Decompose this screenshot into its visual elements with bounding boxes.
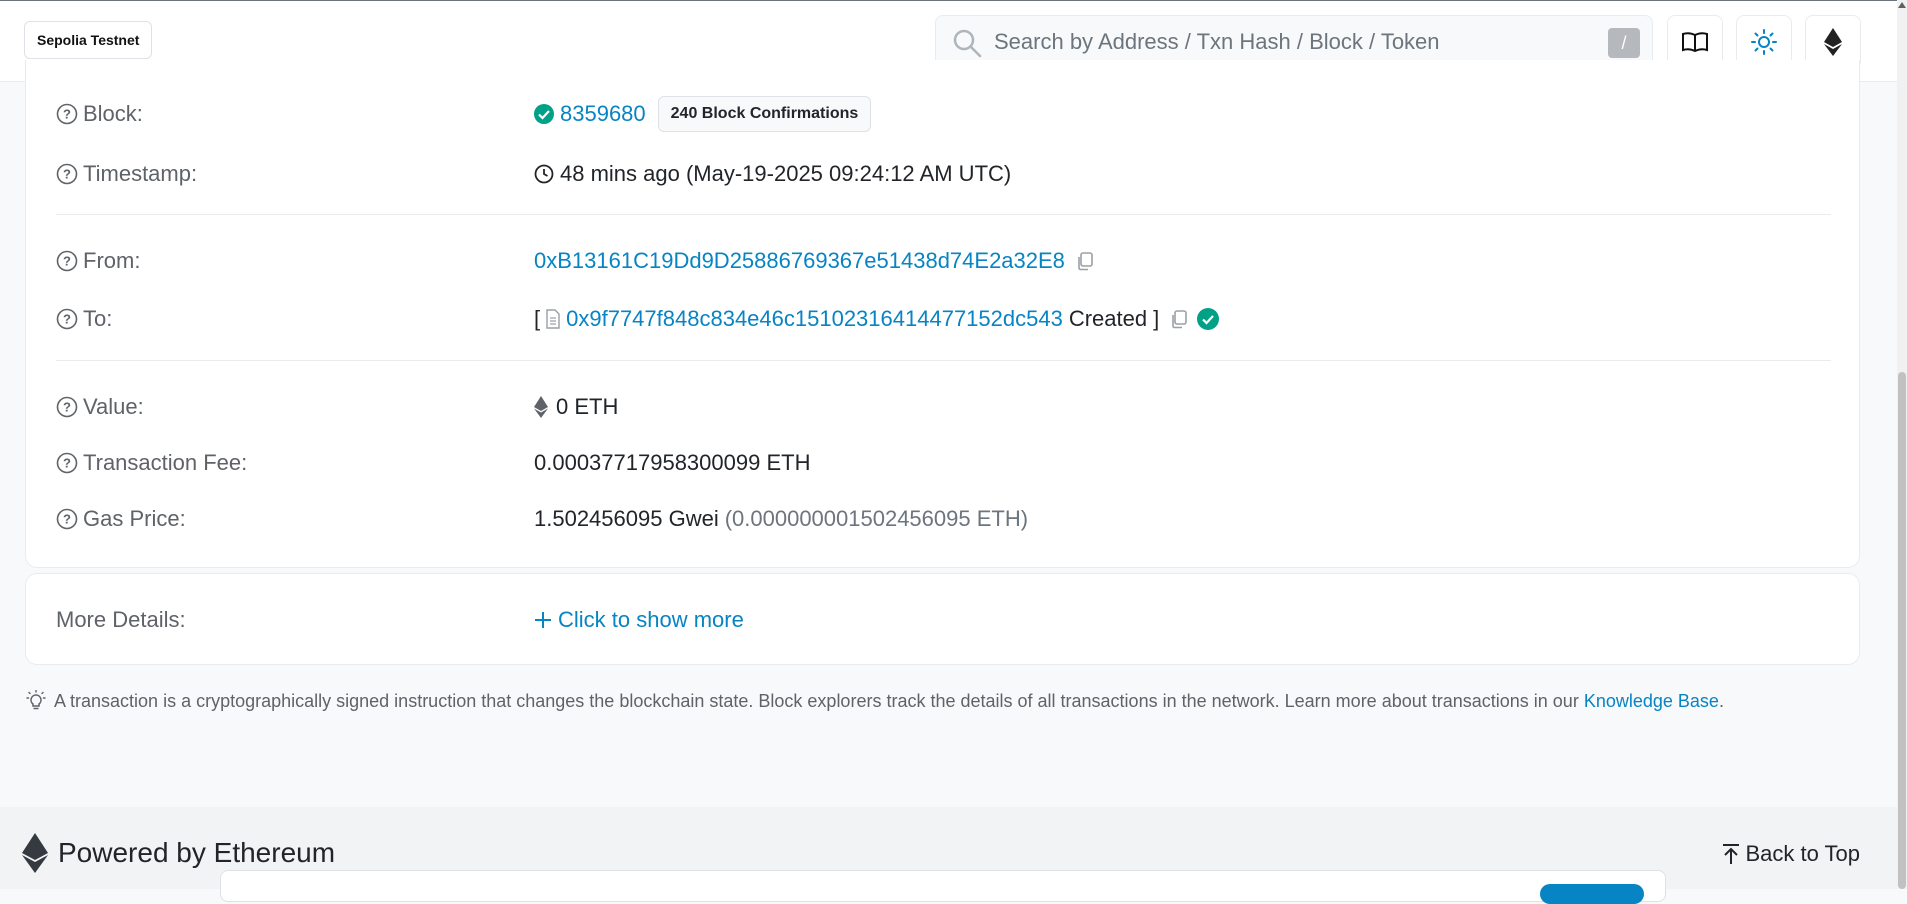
from-label-wrap: ? From:	[56, 248, 140, 274]
transaction-info-note: A transaction is a cryptographically sig…	[24, 690, 1724, 712]
value-row: ? Value:	[56, 391, 144, 423]
to-value-wrap: [ 0x9f7747f848c834e46c15102316414477152d…	[534, 303, 1220, 335]
question-circle-icon[interactable]: ?	[56, 250, 78, 272]
block-confirmations-badge: 240 Block Confirmations	[657, 96, 872, 132]
plus-icon	[535, 612, 551, 628]
question-circle-icon[interactable]: ?	[56, 508, 78, 530]
show-more-button[interactable]: Click to show more	[534, 604, 744, 636]
svg-text:?: ?	[63, 456, 71, 471]
to-contract-link[interactable]: 0x9f7747f848c834e46c15102316414477152dc5…	[566, 306, 1063, 332]
block-row: ? Block:	[56, 98, 143, 130]
search-shortcut-key: /	[1608, 28, 1640, 58]
to-bracket-open: [	[534, 306, 541, 331]
back-to-top-label[interactable]: Back to Top	[1745, 841, 1860, 867]
gas-price-label: Gas Price:	[83, 506, 186, 531]
bottom-overlay-panel	[220, 870, 1666, 902]
timestamp-label-wrap: ? Timestamp:	[56, 161, 197, 187]
clock-icon	[534, 164, 554, 184]
block-label-wrap: ? Block:	[56, 101, 143, 127]
block-value: 8359680 240 Block Confirmations	[534, 96, 872, 132]
note-text: A transaction is a cryptographically sig…	[54, 690, 1584, 711]
copy-icon[interactable]	[1169, 309, 1189, 329]
arrow-up-to-line-icon	[1723, 844, 1740, 864]
transaction-details-card: ? Block: 8359680 240 Block Confirmations…	[25, 60, 1860, 568]
scrollbar-thumb[interactable]	[1898, 372, 1906, 889]
question-circle-icon[interactable]: ?	[56, 103, 78, 125]
fee-label-wrap: ? Transaction Fee:	[56, 450, 247, 476]
powered-by: Powered by Ethereum	[22, 833, 335, 873]
timestamp-value-wrap: 48 mins ago (May-19-2025 09:24:12 AM UTC…	[534, 158, 1011, 190]
to-label-wrap: ? To:	[56, 306, 112, 332]
more-details-label: More Details:	[56, 607, 186, 632]
divider	[56, 360, 1831, 361]
value-label: Value:	[83, 394, 144, 419]
knowledge-base-link[interactable]: Knowledge Base	[1584, 691, 1719, 712]
verified-check-icon	[1197, 308, 1220, 330]
from-label: From:	[83, 248, 141, 273]
gas-price-row: ? Gas Price:	[56, 503, 186, 535]
more-details-card: More Details: Click to show more	[25, 573, 1860, 665]
to-created-label: Created	[1068, 306, 1148, 331]
search-icon	[953, 29, 982, 58]
to-bracket-close: ]	[1153, 306, 1160, 331]
divider	[56, 214, 1831, 215]
timestamp-label: Timestamp:	[83, 161, 198, 186]
ethereum-logo-icon	[22, 833, 48, 873]
from-address-link[interactable]: 0xB13161C19Dd9D25886769367e51438d74E2a32…	[534, 248, 1065, 274]
powered-by-text: Powered by Ethereum	[58, 837, 336, 868]
contract-file-icon	[546, 309, 560, 329]
svg-text:?: ?	[63, 254, 71, 269]
copy-icon[interactable]	[1075, 251, 1095, 271]
gas-price-label-wrap: ? Gas Price:	[56, 506, 186, 532]
bottom-overlay-button[interactable]	[1540, 884, 1644, 904]
ethereum-icon	[534, 396, 548, 418]
sun-icon	[1751, 29, 1777, 55]
network-badge[interactable]: Sepolia Testnet	[24, 21, 153, 59]
svg-text:?: ?	[63, 167, 71, 182]
search-input[interactable]: Search by Address / Txn Hash / Block / T…	[994, 29, 1440, 55]
show-more-label[interactable]: Click to show more	[558, 607, 744, 633]
svg-text:?: ?	[63, 400, 71, 415]
value-value-wrap: 0 ETH	[534, 391, 618, 423]
lightbulb-icon	[26, 690, 46, 710]
question-circle-icon[interactable]: ?	[56, 452, 78, 474]
question-circle-icon[interactable]: ?	[56, 396, 78, 418]
question-circle-icon[interactable]: ?	[56, 308, 78, 330]
svg-text:?: ?	[63, 312, 71, 327]
fee-label: Transaction Fee:	[83, 450, 248, 475]
note-end: .	[1718, 690, 1724, 711]
block-number-link[interactable]: 8359680	[560, 101, 646, 127]
question-circle-icon[interactable]: ?	[56, 163, 78, 185]
check-circle-icon	[534, 104, 554, 124]
value-label-wrap: ? Value:	[56, 394, 144, 420]
more-details-row: More Details:	[56, 604, 186, 636]
gas-price-gwei: 1.502456095 Gwei	[534, 506, 719, 531]
svg-text:?: ?	[63, 512, 71, 527]
page-scrollbar[interactable]	[1897, 0, 1907, 889]
to-row: ? To:	[56, 303, 112, 335]
gas-price-eth: (0.000000001502456095 ETH)	[724, 506, 1029, 531]
svg-text:?: ?	[63, 107, 71, 122]
block-label: Block:	[83, 101, 143, 126]
scroll-up-arrow-icon[interactable]	[1898, 2, 1906, 8]
fee-value: 0.00037717958300099 ETH	[534, 450, 811, 475]
to-label: To:	[83, 306, 113, 331]
ethereum-icon	[1824, 28, 1842, 56]
timestamp-row: ? Timestamp:	[56, 158, 197, 190]
from-value-wrap: 0xB13161C19Dd9D25886769367e51438d74E2a32…	[534, 245, 1095, 277]
book-icon	[1682, 32, 1708, 53]
value-amount: 0 ETH	[556, 394, 619, 419]
from-row: ? From:	[56, 245, 140, 277]
fee-row: ? Transaction Fee:	[56, 447, 247, 479]
timestamp-value: 48 mins ago (May-19-2025 09:24:12 AM UTC…	[560, 161, 1012, 186]
back-to-top-button[interactable]: Back to Top	[1721, 841, 1860, 867]
gas-price-value-wrap: 1.502456095 Gwei (0.000000001502456095 E…	[534, 503, 1028, 535]
